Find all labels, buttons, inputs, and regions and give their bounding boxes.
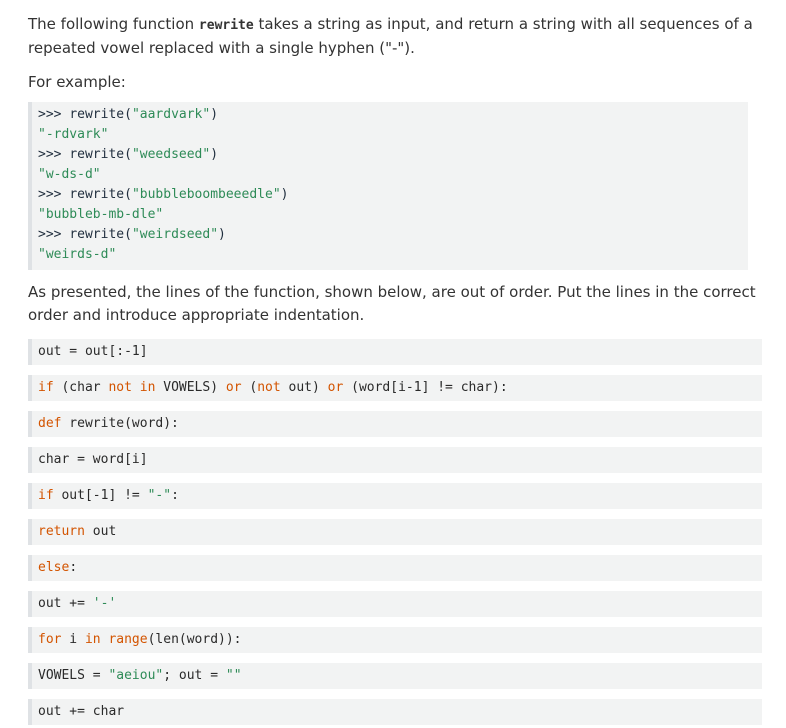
example-call-line: >>> rewrite("aardvark") — [38, 105, 740, 125]
code-token: else — [38, 560, 70, 575]
example-call: rewrite( — [69, 147, 132, 162]
intro-text-before: The following function — [28, 15, 199, 33]
code-line-block[interactable]: VOWELS = "aeiou"; out = "" — [28, 663, 762, 689]
example-arg: "aardvark" — [131, 107, 211, 122]
example-prompt: >>> — [38, 187, 70, 202]
example-call: rewrite( — [69, 227, 132, 242]
example-arg: "bubbleboombeeedle" — [131, 187, 281, 202]
code-token: char = word[i] — [38, 452, 148, 467]
example-close: ) — [280, 187, 289, 202]
code-token: ( — [241, 380, 258, 395]
code-line-block[interactable]: return out — [28, 519, 762, 545]
code-line-block[interactable]: else: — [28, 555, 762, 581]
example-prompt: >>> — [38, 147, 70, 162]
code-token: def — [38, 416, 62, 431]
code-token: or — [327, 380, 344, 395]
code-token: range — [108, 632, 148, 647]
example-close: ) — [218, 227, 226, 242]
example-close: ) — [210, 147, 219, 162]
code-line-block[interactable]: if out[-1] != "-": — [28, 483, 762, 509]
code-token: VOWELS) — [155, 380, 226, 395]
question-container: The following function rewrite takes a s… — [0, 0, 786, 725]
code-token: not in — [108, 380, 156, 395]
code-token: VOWELS = — [38, 668, 109, 683]
code-token: not — [257, 380, 281, 395]
code-token: in — [84, 632, 101, 647]
code-line-block[interactable]: char = word[i] — [28, 447, 762, 473]
code-token: out = out[:-1] — [38, 344, 148, 359]
code-token: out[-1] != — [53, 488, 148, 503]
example-result-line: "-rdvark" — [38, 127, 109, 142]
code-line-block[interactable]: for i in range(len(word)): — [28, 627, 762, 653]
example-result-line: "w-ds-d" — [38, 167, 101, 182]
code-token: out += char — [38, 704, 125, 719]
example-code-block: >>> rewrite("aardvark") "-rdvark" >>> rewr… — [28, 102, 748, 270]
code-token: for — [38, 632, 62, 647]
example-call-line: >>> rewrite("weirdseed") — [38, 225, 740, 245]
code-token: out — [84, 524, 117, 539]
example-result-line: "weirds-d" — [38, 247, 117, 262]
code-token: "" — [225, 668, 242, 683]
code-token: return — [38, 524, 85, 539]
function-name: rewrite — [198, 18, 254, 33]
instructions-paragraph: As presented, the lines of the function,… — [28, 283, 756, 324]
for-example-label: For example: — [28, 73, 126, 91]
code-token: out += — [38, 596, 93, 611]
example-prompt: >>> — [38, 107, 70, 122]
example-call: rewrite( — [69, 187, 132, 202]
code-token: '-' — [92, 596, 117, 611]
example-arg: "weirdseed" — [131, 227, 219, 242]
code-token: (char — [53, 380, 109, 395]
example-call: rewrite( — [69, 107, 132, 122]
code-token: ; out = — [163, 668, 226, 683]
example-prompt: >>> — [38, 227, 70, 242]
code-line-block[interactable]: def rewrite(word): — [28, 411, 762, 437]
example-call-line: >>> rewrite("bubbleboombeeedle") — [38, 185, 740, 205]
example-close: ) — [210, 107, 219, 122]
code-token: (len(word)): — [147, 632, 242, 647]
code-token: if — [38, 380, 54, 395]
code-token: i — [61, 632, 85, 647]
code-line-block[interactable]: if (char not in VOWELS) or (not out) or … — [28, 375, 762, 401]
code-token: : — [171, 488, 179, 503]
code-token: out) — [280, 380, 328, 395]
code-token: "-" — [147, 488, 172, 503]
code-lines-list: out = out[:-1] if (char not in VOWELS) or… — [28, 339, 762, 725]
code-line-block[interactable]: out += char — [28, 699, 762, 725]
code-line-block[interactable]: out += '-' — [28, 591, 762, 617]
code-token: rewrite(word): — [61, 416, 179, 431]
example-call-line: >>> rewrite("weedseed") — [38, 145, 740, 165]
code-token: (word[i-1] != char): — [343, 380, 508, 395]
example-result-line: "bubbleb-mb-dle" — [38, 207, 164, 222]
code-token: : — [69, 560, 78, 575]
code-token: or — [225, 380, 242, 395]
code-line-block[interactable]: out = out[:-1] — [28, 339, 762, 365]
intro-paragraph: The following function rewrite takes a s… — [28, 13, 762, 60]
example-arg: "weedseed" — [131, 147, 211, 162]
code-token: "aeiou" — [108, 668, 164, 683]
code-token: if — [38, 488, 54, 503]
